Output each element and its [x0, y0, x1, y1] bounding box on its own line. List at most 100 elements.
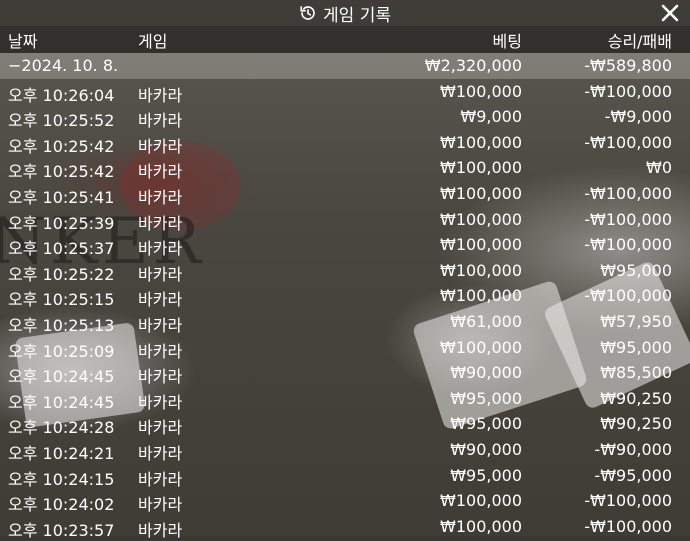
row-result: ₩85,500: [600, 363, 672, 383]
title-bar: 게임 기록: [0, 0, 690, 26]
row-bet: ₩100,000: [440, 183, 522, 203]
row-bet: ₩100,000: [440, 260, 522, 280]
row-time: 오후 10:24:02: [8, 495, 115, 515]
row-result: -₩95,000: [594, 465, 672, 485]
table-row[interactable]: 오후 10:25:15 바카라 ₩100,000 -₩100,000: [0, 283, 690, 309]
row-game: 바카라: [138, 290, 183, 310]
row-bet: ₩95,000: [450, 465, 522, 485]
table-row[interactable]: 오후 10:24:15 바카라 ₩95,000 -₩95,000: [0, 463, 690, 489]
row-bet: ₩90,000: [450, 439, 522, 459]
row-result: -₩100,000: [584, 235, 672, 255]
row-bet: ₩100,000: [440, 209, 522, 229]
table-row[interactable]: 오후 10:25:22 바카라 ₩100,000 ₩95,000: [0, 258, 690, 284]
table-row[interactable]: 오후 10:25:37 바카라 ₩100,000 -₩100,000: [0, 232, 690, 258]
row-game: 바카라: [138, 264, 183, 284]
row-result: ₩90,250: [600, 388, 672, 408]
row-time: 오후 10:24:45: [8, 392, 115, 412]
row-time: 오후 10:25:39: [8, 213, 115, 233]
row-game: 바카라: [138, 111, 183, 131]
row-game: 바카라: [138, 495, 183, 515]
row-result: -₩100,000: [584, 286, 672, 306]
row-time: 오후 10:25:13: [8, 315, 115, 335]
table-row[interactable]: 오후 10:25:41 바카라 ₩100,000 -₩100,000: [0, 181, 690, 207]
table-header: 날짜 게임 베팅 승리/패배: [0, 26, 690, 53]
row-game: 바카라: [138, 187, 183, 207]
history-list: −2024. 10. 8. ₩2,320,000 -₩589,800 오후 10…: [0, 53, 690, 540]
table-row[interactable]: 오후 10:25:42 바카라 ₩100,000 ₩0: [0, 155, 690, 181]
table-row[interactable]: 오후 10:26:04 바카라 ₩100,000 -₩100,000: [0, 79, 690, 105]
row-result: ₩0: [646, 158, 672, 178]
row-time: 오후 10:25:37: [8, 239, 115, 259]
row-game: 바카라: [138, 469, 183, 489]
history-icon: [299, 4, 317, 22]
row-game: 바카라: [138, 162, 183, 182]
group-date: −2024. 10. 8.: [8, 56, 119, 75]
row-time: 오후 10:25:09: [8, 341, 115, 361]
row-time: 오후 10:24:21: [8, 443, 115, 463]
row-result: -₩100,000: [584, 209, 672, 229]
row-result: -₩90,000: [594, 439, 672, 459]
row-bet: ₩100,000: [440, 158, 522, 178]
row-result: ₩95,000: [600, 337, 672, 357]
group-total-result: -₩589,800: [584, 56, 672, 75]
header-bet: 베팅: [492, 31, 522, 51]
row-result: ₩90,250: [600, 414, 672, 434]
group-total-bet: ₩2,320,000: [424, 56, 522, 75]
page-title: 게임 기록: [323, 5, 391, 26]
row-bet: ₩95,000: [450, 388, 522, 408]
row-game: 바카라: [138, 418, 183, 438]
row-time: 오후 10:25:52: [8, 111, 115, 131]
row-time: 오후 10:25:22: [8, 264, 115, 284]
row-bet: ₩61,000: [450, 311, 522, 331]
table-row[interactable]: 오후 10:23:57 바카라 ₩100,000 -₩100,000: [0, 514, 690, 540]
row-bet: ₩95,000: [450, 414, 522, 434]
row-game: 바카라: [138, 392, 183, 412]
row-bet: ₩100,000: [440, 337, 522, 357]
header-result: 승리/패배: [607, 31, 672, 51]
row-result: -₩100,000: [584, 132, 672, 152]
table-row[interactable]: 오후 10:25:52 바카라 ₩9,000 -₩9,000: [0, 104, 690, 130]
table-row[interactable]: 오후 10:24:21 바카라 ₩90,000 -₩90,000: [0, 437, 690, 463]
row-time: 오후 10:23:57: [8, 520, 115, 540]
row-bet: ₩100,000: [440, 286, 522, 306]
row-bet: ₩100,000: [440, 516, 522, 536]
table-row[interactable]: 오후 10:25:13 바카라 ₩61,000 ₩57,950: [0, 309, 690, 335]
row-game: 바카라: [138, 443, 183, 463]
table-row[interactable]: 오후 10:24:28 바카라 ₩95,000 ₩90,250: [0, 411, 690, 437]
row-bet: ₩100,000: [440, 235, 522, 255]
row-time: 오후 10:24:28: [8, 418, 115, 438]
row-result: -₩100,000: [584, 491, 672, 511]
row-time: 오후 10:25:42: [8, 136, 115, 156]
table-row[interactable]: 오후 10:25:39 바카라 ₩100,000 -₩100,000: [0, 207, 690, 233]
table-row[interactable]: 오후 10:25:42 바카라 ₩100,000 -₩100,000: [0, 130, 690, 156]
row-result: ₩95,000: [600, 260, 672, 280]
row-game: 바카라: [138, 341, 183, 361]
row-game: 바카라: [138, 136, 183, 156]
row-bet: ₩100,000: [440, 81, 522, 101]
row-time: 오후 10:26:04: [8, 85, 115, 105]
row-time: 오후 10:25:41: [8, 187, 115, 207]
row-game: 바카라: [138, 85, 183, 105]
row-result: ₩57,950: [600, 311, 672, 331]
table-row[interactable]: 오후 10:25:09 바카라 ₩100,000 ₩95,000: [0, 335, 690, 361]
table-row[interactable]: 오후 10:24:02 바카라 ₩100,000 -₩100,000: [0, 488, 690, 514]
table-row[interactable]: 오후 10:24:45 바카라 ₩90,000 ₩85,500: [0, 360, 690, 386]
row-game: 바카라: [138, 520, 183, 540]
close-icon[interactable]: [658, 1, 682, 25]
table-row[interactable]: 오후 10:24:45 바카라 ₩95,000 ₩90,250: [0, 386, 690, 412]
row-result: -₩100,000: [584, 81, 672, 101]
row-bet: ₩100,000: [440, 132, 522, 152]
row-time: 오후 10:25:42: [8, 162, 115, 182]
row-bet: ₩100,000: [440, 491, 522, 511]
header-game: 게임: [138, 31, 168, 51]
header-date: 날짜: [8, 31, 38, 51]
date-group-row[interactable]: −2024. 10. 8. ₩2,320,000 -₩589,800: [0, 53, 690, 79]
row-result: -₩100,000: [584, 516, 672, 536]
row-result: -₩100,000: [584, 183, 672, 203]
row-game: 바카라: [138, 213, 183, 233]
row-game: 바카라: [138, 367, 183, 387]
row-time: 오후 10:25:15: [8, 290, 115, 310]
row-time: 오후 10:24:15: [8, 469, 115, 489]
row-game: 바카라: [138, 315, 183, 335]
row-bet: ₩90,000: [450, 363, 522, 383]
